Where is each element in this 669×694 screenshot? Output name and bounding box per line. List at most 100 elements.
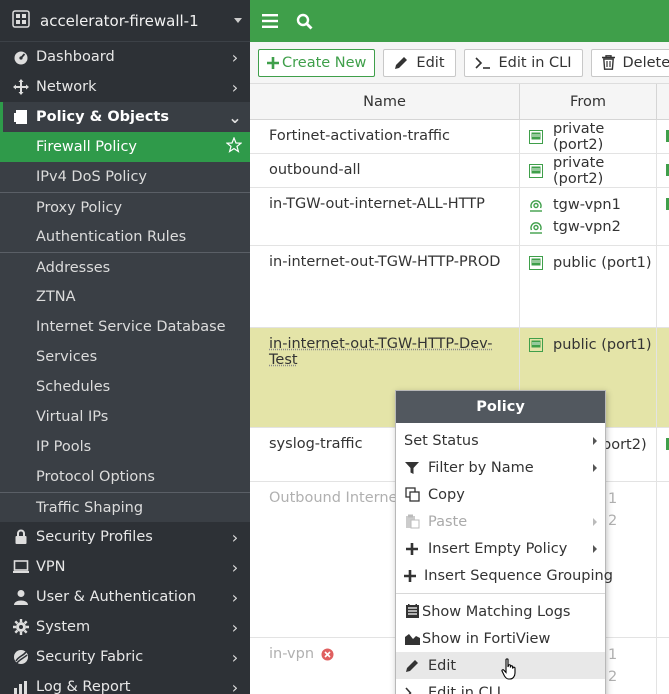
plus-icon (404, 568, 416, 584)
chevron-right-icon: › (226, 588, 244, 607)
toolbar: Create New Edit Edit in CLI Delete (250, 42, 669, 84)
sidebar-item-firewall-policy[interactable]: Firewall Policy (0, 132, 250, 162)
sidebar-item-schedules[interactable]: Schedules (0, 372, 250, 402)
plus-icon (267, 57, 279, 69)
sidebar-item-virtual-ips[interactable]: Virtual IPs (0, 402, 250, 432)
column-header-name[interactable]: Name (250, 84, 520, 119)
interface-label: public (port1) (553, 255, 652, 271)
menu-item-insert-empty-policy[interactable]: Insert Empty Policy (396, 535, 605, 562)
pencil-icon (394, 56, 408, 70)
sidebar-item-dashboard[interactable]: Dashboard › (0, 42, 250, 72)
pencil-icon (404, 658, 420, 674)
table-row[interactable]: outbound-all private (port2) (250, 154, 669, 188)
port-icon (529, 256, 543, 270)
area-chart-icon (404, 631, 420, 647)
sidebar-item-addresses[interactable]: Addresses (0, 252, 250, 282)
paste-icon (404, 514, 420, 530)
search-icon[interactable] (296, 13, 313, 30)
policy-name: Fortinet-activation-traffic (250, 120, 520, 153)
sidebar-item-system[interactable]: System › (0, 612, 250, 642)
policy-name: in-vpn (269, 646, 314, 662)
port-icon (529, 338, 543, 352)
device-name: accelerator-firewall-1 (40, 12, 234, 30)
submenu-arrow-icon (593, 545, 597, 553)
sidebar-item-ip-pools[interactable]: IP Pools (0, 432, 250, 462)
interface-label: private (port2) (553, 121, 656, 153)
device-icon (12, 10, 30, 32)
sidebar-item-ipv4-dos-policy[interactable]: IPv4 DoS Policy (0, 162, 250, 192)
sidebar-item-internet-service-database[interactable]: Internet Service Database (0, 312, 250, 342)
log-icon (404, 604, 420, 620)
sidebar-item-network[interactable]: Network › (0, 72, 250, 102)
menu-item-edit-in-cli[interactable]: Edit in CLI (396, 679, 605, 694)
context-menu: Policy Set Status Filter by Name Copy Pa… (395, 390, 606, 694)
edit-in-cli-button[interactable]: Edit in CLI (464, 49, 583, 77)
sidebar-item-authentication-rules[interactable]: Authentication Rules (0, 222, 250, 252)
sidebar-item-user-authentication[interactable]: User & Authentication › (0, 582, 250, 612)
policy-icon (12, 108, 30, 126)
lock-icon (12, 528, 30, 546)
interface-label: public (port1) (553, 337, 652, 353)
submenu-arrow-icon (593, 437, 597, 445)
interface-label: private (port2) (553, 155, 656, 187)
device-selector[interactable]: accelerator-firewall-1 (0, 0, 250, 42)
user-icon (12, 588, 30, 606)
sidebar-item-protocol-options[interactable]: Protocol Options (0, 462, 250, 492)
menu-item-show-in-fortiview[interactable]: Show in FortiView (396, 625, 605, 652)
interface-label: port2) (602, 437, 647, 453)
gear-icon (12, 618, 30, 636)
policy-name: in-internet-out-TGW-HTTP-PROD (250, 246, 520, 327)
menu-item-filter-by-name[interactable]: Filter by Name (396, 454, 605, 481)
sidebar-item-security-fabric[interactable]: Security Fabric › (0, 642, 250, 672)
menu-item-edit[interactable]: Edit (396, 652, 605, 679)
column-header-from[interactable]: From (520, 84, 657, 119)
menu-item-set-status[interactable]: Set Status (396, 427, 605, 454)
table-row[interactable]: in-internet-out-TGW-HTTP-PROD public (po… (250, 246, 669, 328)
sidebar-item-proxy-policy[interactable]: Proxy Policy (0, 192, 250, 222)
dashboard-icon (12, 48, 30, 66)
star-icon[interactable] (226, 137, 242, 157)
edit-button[interactable]: Edit (383, 49, 455, 77)
menu-item-paste: Paste (396, 508, 605, 535)
chevron-right-icon: › (226, 558, 244, 577)
disabled-x-icon (321, 648, 334, 661)
sidebar-item-security-profiles[interactable]: Security Profiles › (0, 522, 250, 552)
menu-icon[interactable] (262, 14, 278, 28)
create-new-button[interactable]: Create New (258, 49, 375, 77)
sidebar-item-log-report[interactable]: Log & Report › (0, 672, 250, 694)
chevron-right-icon: › (226, 648, 244, 667)
interface-label: 2 (608, 669, 617, 685)
top-bar (250, 0, 669, 42)
interface-label: tgw-vpn1 (553, 197, 621, 213)
table-row[interactable]: Fortinet-activation-traffic private (por… (250, 120, 669, 154)
sidebar-item-vpn[interactable]: VPN › (0, 552, 250, 582)
interface-label: 2 (608, 513, 617, 529)
context-menu-title: Policy (396, 391, 605, 423)
delete-button[interactable]: Delete (591, 49, 669, 77)
menu-item-show-matching-logs[interactable]: Show Matching Logs (396, 598, 605, 625)
copy-icon (404, 487, 420, 503)
sidebar-item-policy-objects[interactable]: Policy & Objects ⌄ (0, 102, 250, 132)
policy-name: outbound-all (250, 154, 520, 187)
table-header: Name From (250, 84, 669, 120)
chevron-down-icon (234, 18, 242, 23)
menu-item-insert-sequence-grouping[interactable]: Insert Sequence Grouping (396, 562, 605, 589)
tunnel-icon (529, 220, 543, 234)
sidebar-item-services[interactable]: Services (0, 342, 250, 372)
monitor-icon (12, 558, 30, 576)
sidebar-item-ztna[interactable]: ZTNA (0, 282, 250, 312)
sidebar-item-traffic-shaping[interactable]: Traffic Shaping (0, 492, 250, 522)
trash-icon (602, 55, 615, 70)
chevron-down-icon: ⌄ (226, 108, 244, 127)
terminal-icon (404, 685, 420, 694)
chevron-right-icon: › (226, 528, 244, 547)
table-row[interactable]: in-TGW-out-internet-ALL-HTTP tgw-vpn1 tg… (250, 188, 669, 246)
menu-item-copy[interactable]: Copy (396, 481, 605, 508)
interface-label: tgw-vpn2 (553, 219, 621, 235)
policy-name: in-TGW-out-internet-ALL-HTTP (250, 188, 520, 245)
chevron-right-icon: › (226, 78, 244, 97)
plus-icon (404, 541, 420, 557)
policy-name: in-internet-out-TGW-HTTP-Dev-Test (269, 336, 493, 368)
terminal-icon (475, 57, 491, 69)
chevron-right-icon: › (226, 48, 244, 67)
